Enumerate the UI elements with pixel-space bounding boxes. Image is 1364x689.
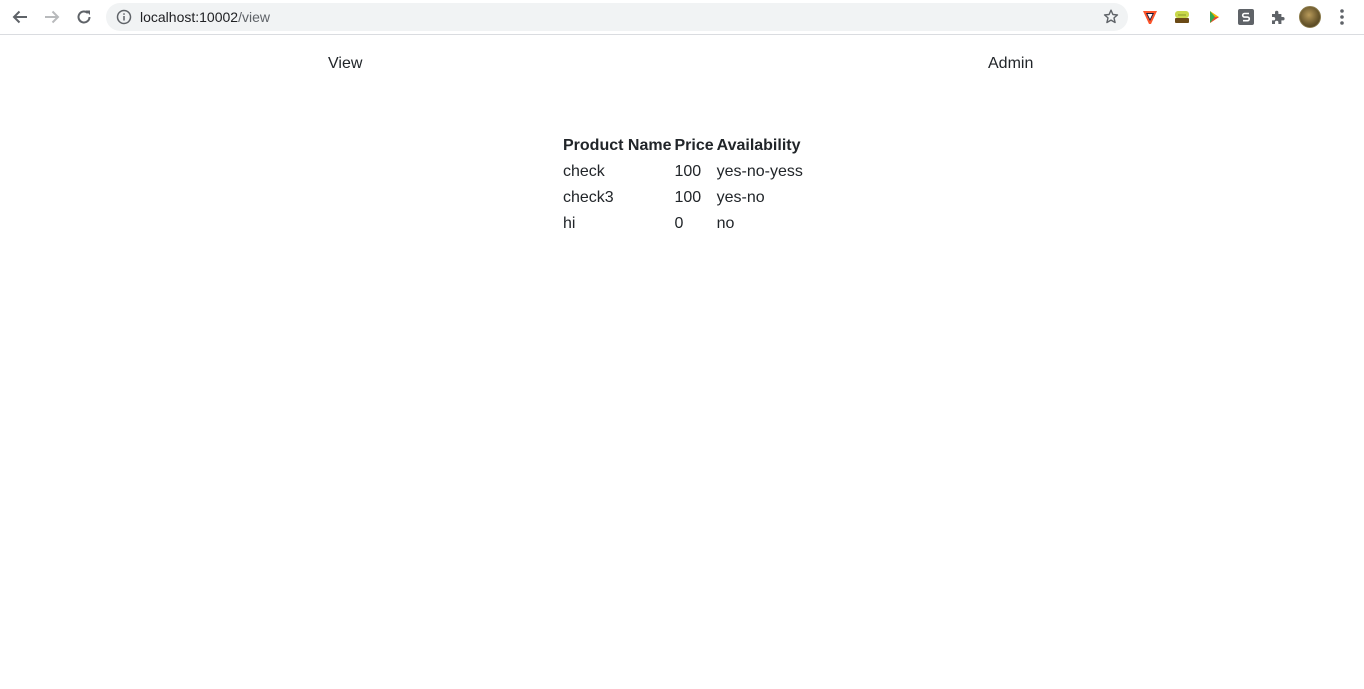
browser-toolbar: localhost:10002/view — [0, 0, 1364, 35]
url-host: localhost:10002 — [140, 9, 239, 25]
s-extension-icon[interactable] — [1236, 7, 1256, 27]
star-icon[interactable] — [1102, 8, 1120, 26]
back-button[interactable] — [8, 5, 32, 29]
profile-avatar[interactable] — [1299, 6, 1321, 28]
table-row: check3 100 yes-no — [562, 185, 806, 211]
bread-icon[interactable] — [1172, 7, 1192, 27]
cell-price: 100 — [674, 163, 702, 180]
column-header-availability: Availability — [716, 137, 801, 154]
column-header-price: Price — [674, 137, 714, 154]
puzzle-icon — [1272, 10, 1285, 24]
cell-product-name: check3 — [563, 189, 614, 206]
url-path: /view — [238, 9, 270, 25]
bread-logo-icon — [1175, 11, 1189, 23]
extensions-button[interactable] — [1268, 7, 1288, 27]
nav-link-admin[interactable]: Admin — [988, 55, 1033, 73]
info-icon[interactable] — [116, 9, 132, 25]
cell-price: 100 — [674, 189, 702, 206]
play-icon[interactable] — [1204, 7, 1224, 27]
reload-icon — [77, 10, 91, 24]
cell-availability: no — [716, 215, 735, 232]
reload-button[interactable] — [72, 5, 96, 29]
cell-price: 0 — [674, 215, 684, 232]
forward-button[interactable] — [40, 5, 64, 29]
column-header-product-name: Product Name — [563, 137, 672, 154]
table-row: hi 0 no — [562, 211, 806, 237]
s-logo-icon — [1238, 9, 1254, 25]
arrow-left-icon — [12, 10, 27, 24]
brave-icon[interactable] — [1140, 7, 1160, 27]
table-row: check 100 yes-no-yess — [562, 159, 806, 185]
address-bar[interactable]: localhost:10002/view — [106, 3, 1128, 31]
cell-product-name: hi — [563, 215, 576, 232]
play-logo-icon — [1210, 11, 1219, 23]
cell-availability: yes-no — [716, 189, 765, 206]
product-table: Product Name Price Availability check 10… — [562, 133, 806, 237]
cell-product-name: check — [563, 163, 605, 180]
url-text[interactable]: localhost:10002/view — [140, 9, 270, 25]
brave-logo-icon — [1143, 11, 1157, 24]
table-header-row: Product Name Price Availability — [562, 133, 806, 159]
cell-availability: yes-no-yess — [716, 163, 803, 180]
arrow-right-icon — [45, 10, 60, 24]
more-menu-icon[interactable] — [1334, 7, 1350, 27]
nav-link-view[interactable]: View — [328, 55, 362, 73]
